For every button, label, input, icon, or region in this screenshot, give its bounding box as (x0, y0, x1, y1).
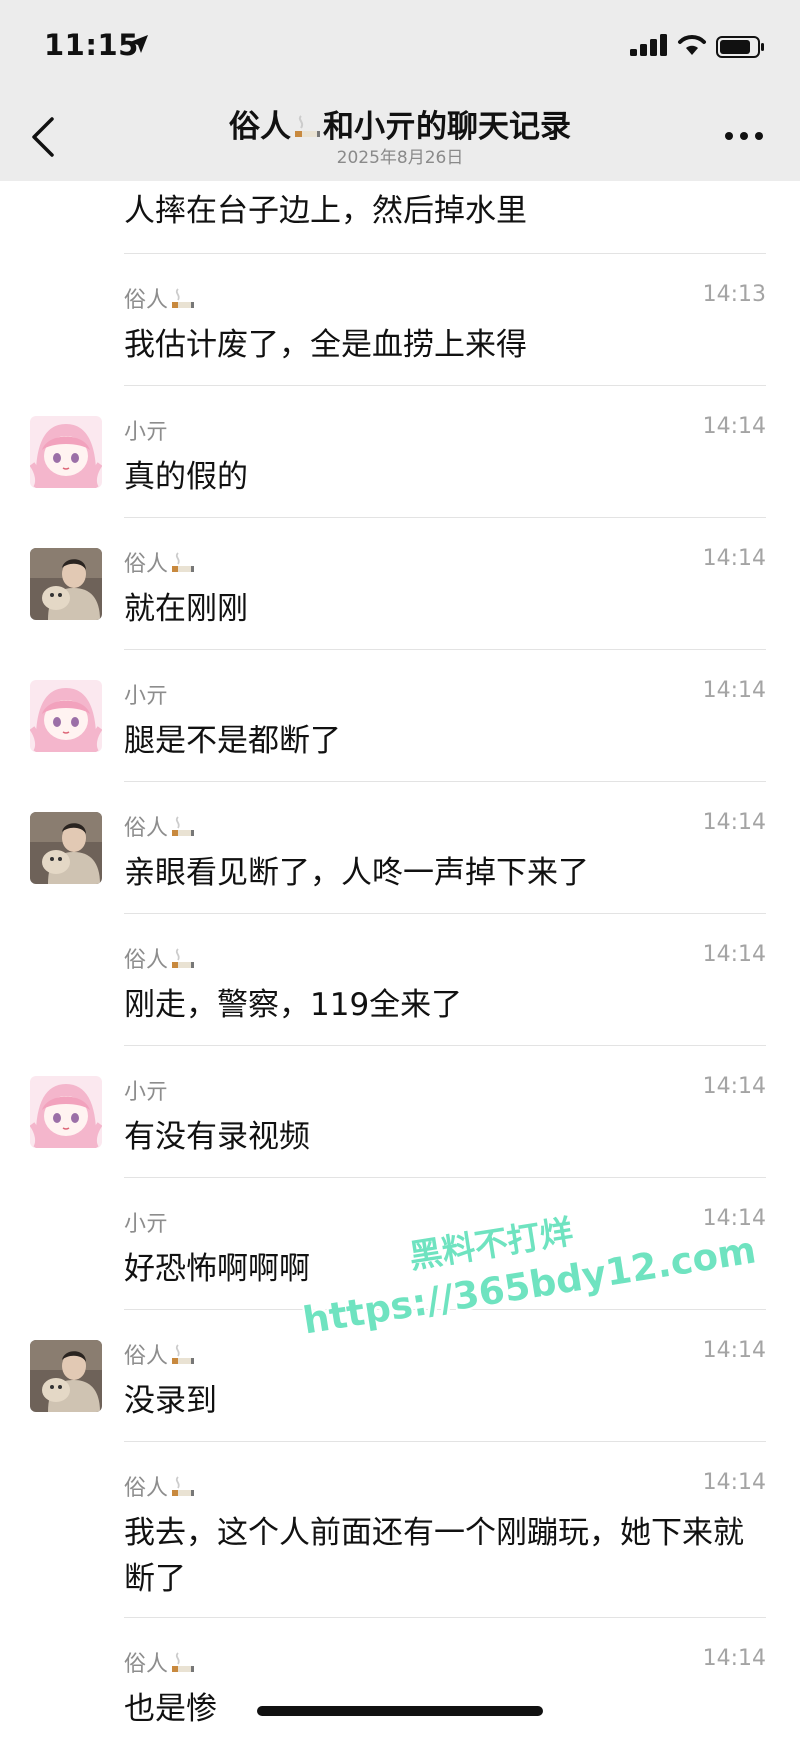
cigarette-emoji-icon (172, 948, 195, 968)
message-row[interactable]: 俗人 14:14 刚走，警察，119全来了 (0, 914, 800, 1046)
message-text: 没录到 (124, 1383, 217, 1419)
sender-name: 小亓 (124, 1074, 168, 1106)
location-arrow-icon (130, 35, 148, 53)
message-timestamp: 14:14 (702, 1338, 766, 1363)
chat-date: 2025年8月26日 (336, 148, 464, 168)
title-right-text: 和小亓的聊天记录 (323, 109, 571, 145)
message-timestamp: 14:14 (702, 810, 766, 835)
avatar[interactable] (30, 1076, 102, 1148)
home-indicator[interactable] (257, 1706, 543, 1716)
sender-name: 小亓 (124, 678, 168, 710)
avatar[interactable] (30, 416, 102, 488)
message-row[interactable]: 小亓 14:14 真的假的 (0, 386, 800, 518)
sender-name-text: 俗人 (124, 1344, 169, 1369)
cigarette-emoji-icon (295, 115, 320, 137)
sender-name: 小亓 (124, 1206, 168, 1238)
status-time: 11:15 (44, 28, 139, 62)
message-timestamp: 14:14 (702, 546, 766, 571)
message-text: 有没有录视频 (124, 1119, 310, 1155)
message-row[interactable]: 小亓 14:14 腿是不是都断了 (0, 650, 800, 782)
avatar[interactable] (30, 812, 102, 884)
message-timestamp: 14:14 (702, 1646, 766, 1671)
message-text: 刚走，警察，119全来了 (124, 987, 463, 1023)
cigarette-emoji-icon (172, 1344, 195, 1364)
sender-name-text: 小亓 (124, 1212, 169, 1237)
message-row[interactable]: 俗人 14:14 我去，这个人前面还有一个刚蹦玩，她下来就断了 (0, 1442, 800, 1618)
message-row[interactable]: 俗人 14:14 亲眼看见断了，人咚一声掉下来了 (0, 782, 800, 914)
cigarette-emoji-icon (172, 1476, 195, 1496)
cigarette-emoji-icon (172, 816, 195, 836)
sender-name: 俗人 (124, 1646, 195, 1678)
sender-name-text: 小亓 (124, 420, 169, 445)
message-text-partial: 人摔在台子边上，然后掉水里 (124, 193, 527, 229)
cigarette-emoji-icon (172, 1652, 195, 1672)
sender-name-text: 俗人 (124, 1476, 169, 1501)
message-text: 腿是不是都断了 (124, 723, 341, 759)
sender-name: 俗人 (124, 282, 195, 314)
message-timestamp: 14:14 (702, 1470, 766, 1495)
page-title: 俗人 和小亓的聊天记录 (0, 101, 800, 146)
message-timestamp: 14:14 (702, 1206, 766, 1231)
more-options-icon[interactable] (724, 131, 764, 141)
sender-name-text: 俗人 (124, 816, 169, 841)
cigarette-emoji-icon (172, 288, 195, 308)
sender-name-text: 小亓 (124, 1080, 169, 1105)
avatar[interactable] (30, 680, 102, 752)
sender-name: 俗人 (124, 942, 195, 974)
message-row[interactable]: 俗人 14:14 没录到 (0, 1310, 800, 1442)
sender-name: 俗人 (124, 1470, 195, 1502)
message-row[interactable]: 小亓 14:14 有没有录视频 (0, 1046, 800, 1178)
sender-name-text: 小亓 (124, 684, 169, 709)
sender-name: 俗人 (124, 1338, 195, 1370)
sender-name-text: 俗人 (124, 948, 169, 973)
message-text: 亲眼看见断了，人咚一声掉下来了 (124, 855, 589, 891)
battery-icon (716, 36, 764, 58)
message-timestamp: 14:14 (702, 1074, 766, 1099)
message-timestamp: 14:14 (702, 942, 766, 967)
message-text: 我去，这个人前面还有一个刚蹦玩，她下来就断了 (124, 1515, 744, 1597)
sender-name: 俗人 (124, 810, 195, 842)
sender-name: 小亓 (124, 414, 168, 446)
sender-name: 俗人 (124, 546, 195, 578)
avatar[interactable] (30, 1340, 102, 1412)
title-left-name: 俗人 (229, 109, 291, 145)
wifi-icon (678, 35, 706, 55)
message-row[interactable]: 俗人 14:14 就在刚刚 (0, 518, 800, 650)
cellular-signal-icon (630, 34, 667, 56)
message-text: 我估计废了，全是血捞上来得 (124, 327, 527, 363)
status-bar: 11:15 (0, 0, 800, 95)
cigarette-emoji-icon (172, 552, 195, 572)
sender-name-text: 俗人 (124, 288, 169, 313)
sender-name-text: 俗人 (124, 1652, 169, 1677)
avatar[interactable] (30, 548, 102, 620)
chat-record-header: 俗人 和小亓的聊天记录 2025年8月26日 (0, 95, 800, 181)
sender-name-text: 俗人 (124, 552, 169, 577)
message-timestamp: 14:14 (702, 678, 766, 703)
message-text: 真的假的 (124, 459, 248, 495)
message-timestamp: 14:14 (702, 414, 766, 439)
message-timestamp: 14:13 (702, 282, 766, 307)
message-row[interactable]: 俗人 14:14 也是惨 (0, 1618, 800, 1748)
message-text: 就在刚刚 (124, 591, 248, 627)
message-row[interactable]: 俗人 14:13 我估计废了，全是血捞上来得 (0, 254, 800, 386)
